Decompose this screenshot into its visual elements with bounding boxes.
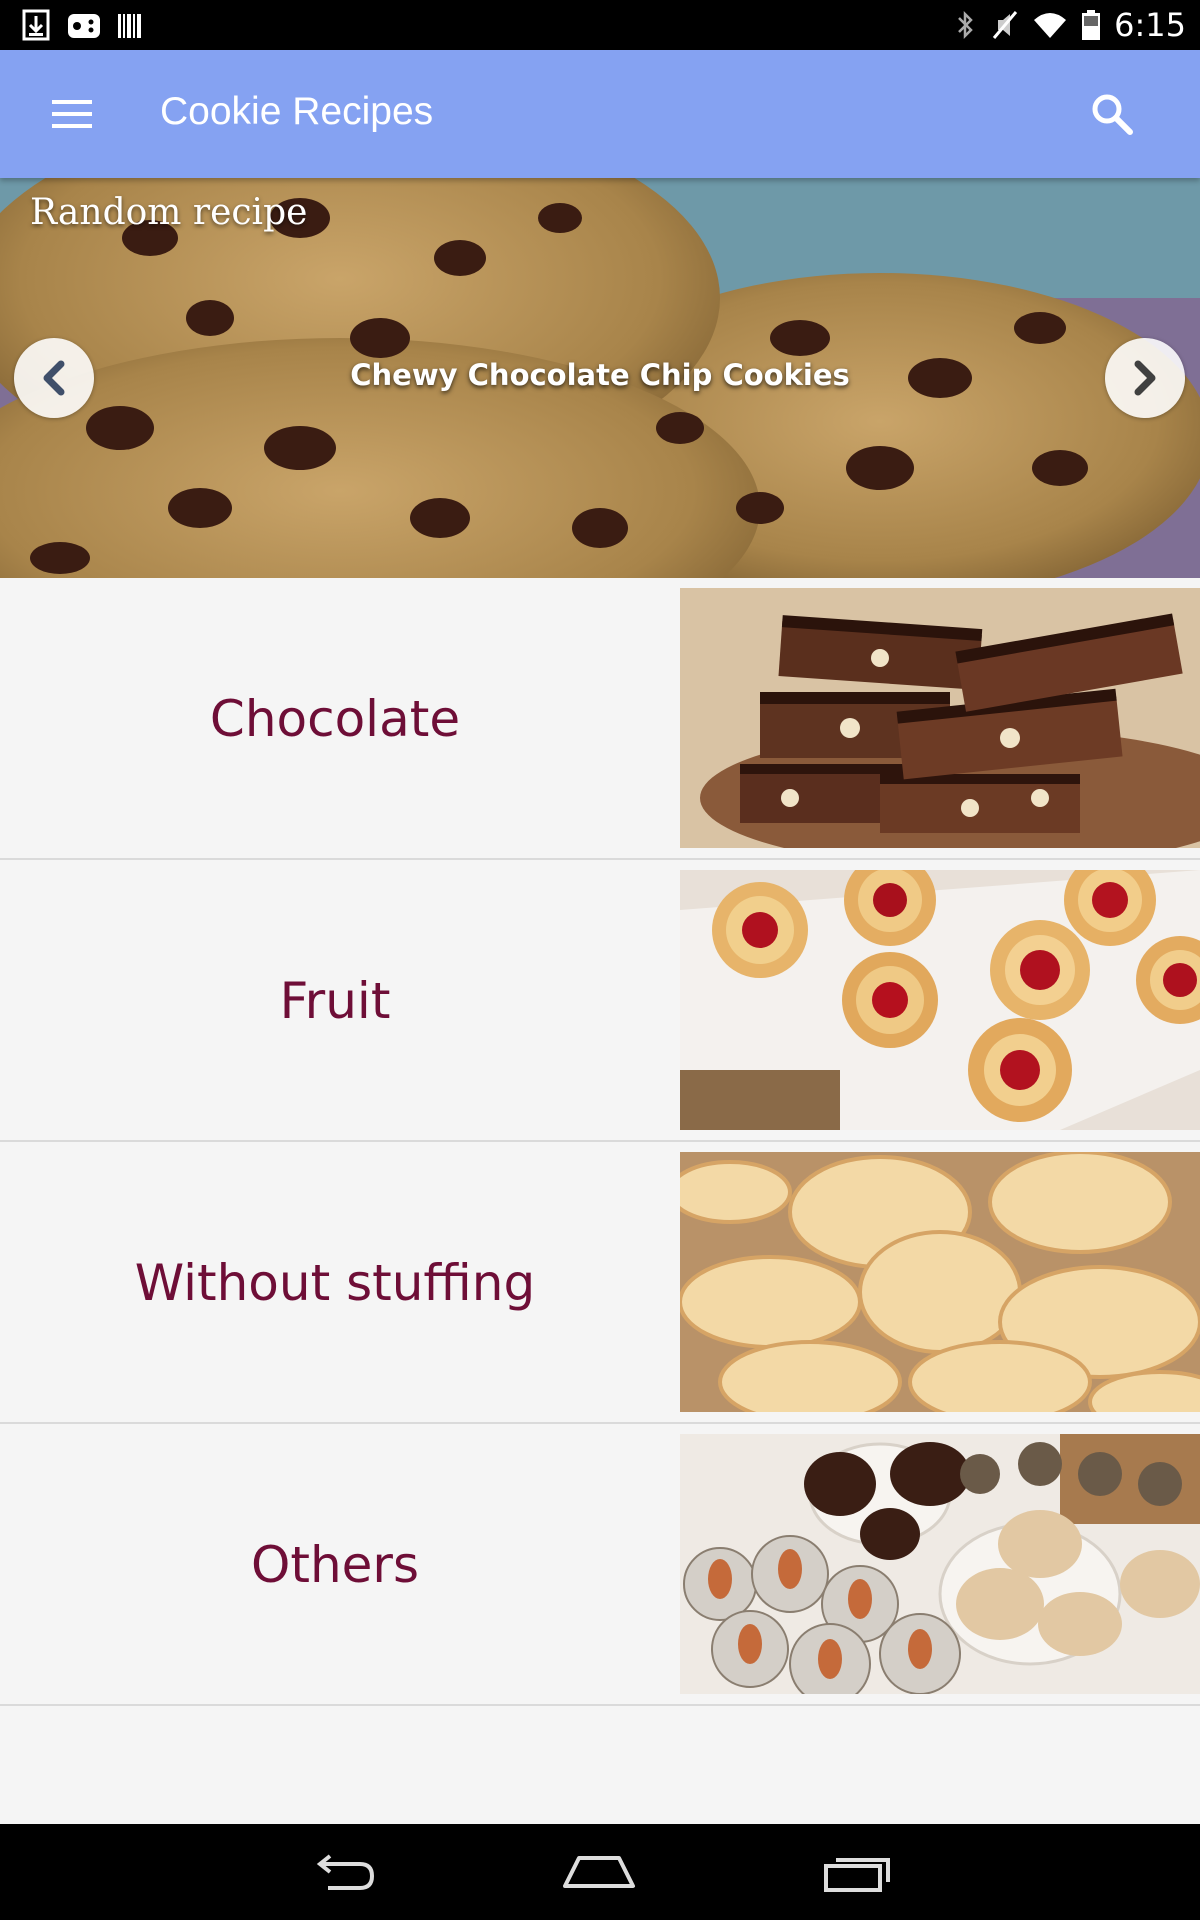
random-recipe-label: Random recipe bbox=[30, 192, 308, 233]
game-controller-icon bbox=[68, 14, 100, 38]
category-item-others[interactable]: Others bbox=[0, 1424, 1200, 1706]
recipe-title[interactable]: Chewy Chocolate Chip Cookies bbox=[0, 358, 1200, 392]
download-icon bbox=[22, 9, 50, 41]
category-item-without-stuffing[interactable]: Without stuffing bbox=[0, 1142, 1200, 1424]
back-icon bbox=[316, 1854, 375, 1890]
category-list: Chocolate Fruit Without stuffing Others bbox=[0, 578, 1200, 1706]
menu-icon bbox=[52, 100, 92, 128]
category-item-chocolate[interactable]: Chocolate bbox=[0, 578, 1200, 860]
menu-button[interactable] bbox=[36, 82, 108, 146]
fruit-image bbox=[680, 870, 1200, 1130]
bluetooth-icon bbox=[958, 10, 973, 40]
category-label: Without stuffing bbox=[134, 1254, 536, 1312]
search-icon bbox=[1092, 94, 1133, 135]
search-button[interactable] bbox=[1076, 78, 1148, 150]
chevron-left-icon bbox=[43, 360, 65, 396]
wifi-icon bbox=[1034, 13, 1067, 38]
clock: 6:15 bbox=[1114, 6, 1186, 44]
home-icon bbox=[563, 1856, 635, 1888]
category-label: Others bbox=[250, 1536, 420, 1594]
random-recipe-banner[interactable]: Random recipe Chewy Chocolate Chip Cooki… bbox=[0, 178, 1200, 578]
mute-icon bbox=[992, 11, 1018, 39]
back-button[interactable] bbox=[293, 1842, 393, 1902]
navigation-bar bbox=[0, 1824, 1200, 1920]
recent-apps-icon bbox=[824, 1858, 890, 1892]
previous-recipe-button[interactable] bbox=[14, 338, 94, 418]
category-label: Chocolate bbox=[209, 690, 461, 748]
status-bar: 6:15 bbox=[0, 0, 1200, 50]
recent-apps-button[interactable] bbox=[807, 1842, 907, 1902]
notification-icons bbox=[20, 8, 144, 42]
next-recipe-button[interactable] bbox=[1105, 338, 1185, 418]
app-bar: Cookie Recipes bbox=[0, 50, 1200, 178]
home-button[interactable] bbox=[549, 1842, 649, 1902]
chevron-right-icon bbox=[1134, 360, 1156, 396]
others-image bbox=[680, 1434, 1200, 1694]
chocolate-image bbox=[680, 588, 1200, 848]
category-label: Fruit bbox=[279, 972, 391, 1030]
app-title: Cookie Recipes bbox=[160, 90, 434, 133]
battery-icon bbox=[1082, 10, 1101, 40]
barcode-icon bbox=[118, 14, 141, 38]
system-icons: 6:15 bbox=[952, 6, 1186, 44]
category-item-fruit[interactable]: Fruit bbox=[0, 860, 1200, 1142]
without-stuffing-image bbox=[680, 1152, 1200, 1412]
screen: 6:15 Cookie Recipes Random recipe Chewy … bbox=[0, 0, 1200, 1920]
